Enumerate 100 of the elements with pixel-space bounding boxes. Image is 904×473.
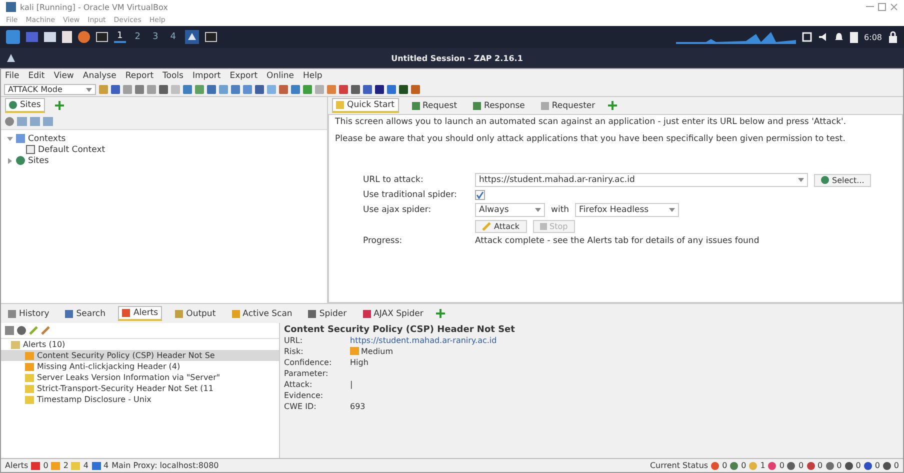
progress-label: Progress: bbox=[363, 236, 404, 246]
lock-icon[interactable] bbox=[888, 31, 898, 43]
workspace-button[interactable]: 1 bbox=[114, 31, 126, 43]
clock[interactable]: 6:08 bbox=[864, 32, 882, 42]
status-count: 0 bbox=[798, 461, 804, 470]
status-count: 1 bbox=[760, 461, 766, 470]
add-icon[interactable] bbox=[608, 101, 618, 110]
alert-title: Content Security Policy (CSP) Header Not Se bbox=[37, 351, 215, 360]
speaker-icon[interactable] bbox=[818, 32, 828, 42]
workspace-tab[interactable]: Requester bbox=[538, 100, 598, 112]
workspace-tab[interactable]: Quick Start bbox=[332, 98, 399, 113]
intro-text: This screen allows you to launch an automated scan against an application - just enter its URL below and press 'Attack'. bbox=[335, 117, 848, 128]
menu-item[interactable]: Tools bbox=[162, 71, 184, 81]
status-count: 0 bbox=[722, 461, 728, 470]
with-label: with bbox=[551, 205, 570, 216]
window-title: kali [Running] - Oracle VM VirtualBox bbox=[20, 2, 168, 12]
panel-tab[interactable]: Search bbox=[62, 308, 108, 320]
bell-icon[interactable] bbox=[834, 32, 844, 42]
workspace-tab[interactable]: Response bbox=[470, 100, 528, 112]
zap-icon[interactable] bbox=[184, 30, 199, 44]
alert-count: 4 bbox=[104, 461, 109, 470]
field-value: Medium bbox=[361, 346, 393, 356]
alert-row[interactable]: Timestamp Disclosure - Unix bbox=[1, 394, 279, 405]
menu-item[interactable]: Edit bbox=[28, 71, 45, 81]
alerts-label: Alerts bbox=[5, 461, 28, 470]
url-field[interactable]: https://student.mahad.ar-raniry.ac.id bbox=[475, 173, 808, 188]
field-value: | bbox=[350, 380, 353, 388]
field-label: Confidence: bbox=[284, 357, 333, 367]
status-count: 0 bbox=[818, 461, 823, 470]
tree-item[interactable]: Default Context bbox=[38, 144, 106, 154]
tab-icon bbox=[308, 310, 316, 318]
alert-row[interactable]: Server Leaks Version Information via "Server" bbox=[1, 372, 279, 383]
add-icon[interactable] bbox=[436, 309, 446, 318]
launcher-icon[interactable] bbox=[6, 30, 20, 44]
tab-icon bbox=[175, 310, 184, 318]
url-link[interactable]: https://student.mahad.ar-raniry.ac.id bbox=[350, 336, 497, 344]
select-button[interactable]: Select... bbox=[814, 174, 872, 187]
mode-dropdown[interactable]: ATTACK Mode bbox=[4, 84, 96, 95]
status-count: 0 bbox=[856, 461, 861, 470]
panel-tab[interactable]: AJAX Spider bbox=[360, 308, 426, 320]
close-icon[interactable] bbox=[890, 3, 898, 11]
menu-item[interactable]: File bbox=[5, 71, 20, 81]
field-label: Attack: bbox=[284, 379, 314, 389]
caret-icon bbox=[798, 178, 804, 182]
menu-item[interactable]: Online bbox=[266, 71, 294, 81]
stop-icon bbox=[540, 223, 547, 230]
menu-item[interactable]: Export bbox=[230, 71, 258, 81]
add-icon[interactable] bbox=[54, 101, 64, 110]
field-label: CWE ID: bbox=[284, 401, 318, 411]
tree-item[interactable]: Contexts bbox=[28, 134, 66, 144]
menu-item[interactable]: Analyse bbox=[82, 71, 116, 81]
proxy-label: Main Proxy: localhost:8080 bbox=[112, 461, 219, 470]
panel-tab[interactable]: Output bbox=[172, 308, 219, 320]
expand-icon[interactable] bbox=[7, 158, 13, 164]
url-label: URL to attack: bbox=[363, 175, 424, 186]
terminal-icon[interactable] bbox=[96, 32, 108, 42]
alert-title: Missing Anti-clickjacking Header (4) bbox=[37, 362, 180, 371]
alert-title: Strict-Transport-Security Header Not Set (11 bbox=[37, 384, 214, 393]
warning-text: Please be aware that you should only attack applications that you have been specifically been given permission to test. bbox=[335, 134, 846, 146]
tab-icon bbox=[232, 310, 240, 318]
sites-tab[interactable]: Sites bbox=[5, 98, 45, 113]
maximize-icon[interactable] bbox=[878, 3, 886, 11]
field-value: High bbox=[350, 358, 368, 366]
status-count: 0 bbox=[874, 461, 880, 470]
zap-icon bbox=[6, 53, 16, 63]
workspace-tab[interactable]: Request bbox=[408, 100, 460, 112]
tree-item[interactable]: Alerts (10) bbox=[23, 340, 66, 349]
panel-tab[interactable]: Spider bbox=[305, 308, 350, 320]
panel-tab[interactable]: Alerts bbox=[118, 306, 162, 321]
collapse-icon[interactable] bbox=[7, 136, 13, 142]
minimize-icon[interactable] bbox=[866, 6, 874, 8]
alert-count: 2 bbox=[63, 461, 68, 470]
caret-icon bbox=[535, 208, 541, 212]
workspace-button[interactable]: 3 bbox=[149, 32, 162, 42]
menu-item[interactable]: Import bbox=[192, 71, 221, 81]
workspace-button[interactable]: 2 bbox=[132, 32, 144, 42]
terminal-icon[interactable] bbox=[204, 32, 217, 42]
ajax-mode-dropdown[interactable]: Always bbox=[475, 203, 545, 218]
traditional-spider-checkbox[interactable] bbox=[475, 190, 485, 200]
alert-count: 0 bbox=[43, 461, 48, 470]
menu-item[interactable]: Report bbox=[125, 71, 154, 81]
battery-icon[interactable] bbox=[850, 31, 858, 43]
menu-item[interactable]: Help bbox=[302, 71, 322, 81]
browser-dropdown[interactable]: Firefox Headless bbox=[575, 203, 680, 218]
status-count: 0 bbox=[741, 461, 746, 470]
panel-tab[interactable]: History bbox=[5, 308, 52, 320]
panel-tab[interactable]: Active Scan bbox=[228, 308, 296, 320]
alert-row[interactable]: Content Security Policy (CSP) Header Not Se bbox=[1, 350, 279, 361]
alert-row[interactable]: Strict-Transport-Security Header Not Set (11 bbox=[1, 383, 279, 394]
tab-icon bbox=[8, 310, 16, 318]
menu-item[interactable]: View bbox=[54, 71, 74, 81]
tree-item[interactable]: Sites bbox=[28, 156, 49, 166]
window-title: Untitled Session - ZAP 2.16.1 bbox=[390, 54, 524, 62]
alert-row[interactable]: Missing Anti-clickjacking Header (4) bbox=[1, 361, 279, 372]
attack-button[interactable]: Attack bbox=[475, 220, 527, 234]
window-icon[interactable] bbox=[802, 32, 812, 42]
status-count: 0 bbox=[836, 461, 842, 470]
tab-icon bbox=[362, 310, 371, 318]
alert-title: Content Security Policy (CSP) Header Not Set bbox=[284, 325, 516, 335]
workspace-button[interactable]: 4 bbox=[167, 32, 179, 42]
